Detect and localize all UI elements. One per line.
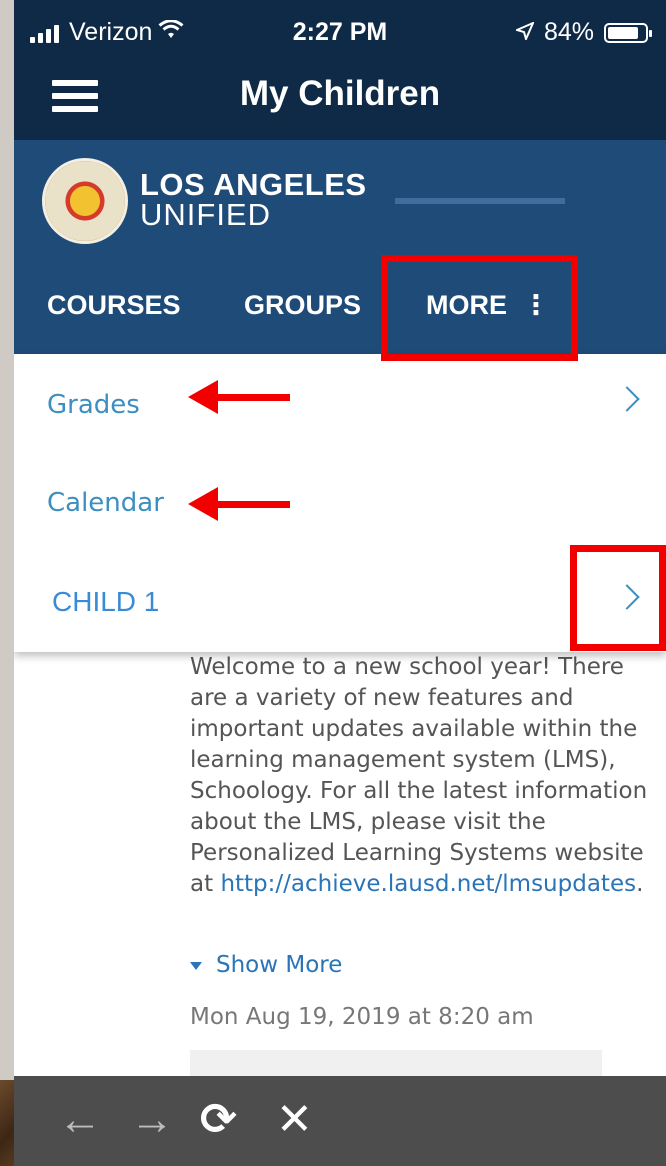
page-title: My Children xyxy=(239,74,441,113)
close-icon[interactable]: ✕ xyxy=(276,1096,313,1144)
post-text-at: at xyxy=(190,871,214,897)
top-navbar: My Children xyxy=(14,52,666,140)
phone-screen: Verizon 2:27 PM 84% My Children LOS ANGE… xyxy=(14,0,666,1166)
post-date: Mon Aug 19, 2019 at 8:20 am xyxy=(190,1004,534,1030)
menu-item-grades[interactable]: Grades xyxy=(14,354,666,452)
menu-item-grades-label: Grades xyxy=(47,390,140,420)
battery-percent: 84% xyxy=(543,18,594,46)
district-seal-logo xyxy=(42,158,128,244)
chevron-right-icon xyxy=(614,386,640,412)
reload-icon[interactable]: ⟳ xyxy=(200,1096,237,1144)
district-logo-text: LOS ANGELES UNIFIED xyxy=(140,167,367,232)
caret-down-icon xyxy=(190,961,202,970)
battery-fill xyxy=(608,26,639,39)
annotation-box-more xyxy=(381,255,578,361)
logo-line-1: LOS ANGELES xyxy=(140,167,367,202)
location-arrow-icon xyxy=(514,18,535,47)
logo-line-2: UNIFIED xyxy=(140,197,271,232)
post-text: Welcome to a new school year! There are … xyxy=(190,654,648,866)
post-period: . xyxy=(636,871,644,897)
show-more-link[interactable]: Show More xyxy=(190,952,342,978)
annotation-arrow-calendar xyxy=(188,487,290,521)
menu-item-child-label: CHILD 1 xyxy=(52,586,160,617)
back-arrow-icon[interactable]: ← xyxy=(58,1096,102,1144)
annotation-box-chevron xyxy=(570,545,666,651)
browser-toolbar: ← → ⟳ ✕ xyxy=(14,1076,666,1166)
tab-courses[interactable]: COURSES xyxy=(47,290,181,321)
tab-groups[interactable]: GROUPS xyxy=(244,290,361,321)
status-right: 84% xyxy=(514,18,652,47)
more-dropdown-menu: Grades Calendar CHILD 1 xyxy=(14,354,666,652)
active-tab-indicator xyxy=(395,198,565,204)
show-more-label: Show More xyxy=(216,952,343,978)
battery-icon xyxy=(604,22,652,43)
update-post-body: Welcome to a new school year! There are … xyxy=(190,652,660,900)
forward-arrow-icon[interactable]: → xyxy=(130,1096,174,1144)
annotation-arrow-grades xyxy=(188,380,290,414)
menu-item-calendar[interactable]: Calendar xyxy=(14,452,666,550)
menu-item-child[interactable]: CHILD 1 xyxy=(14,552,666,650)
menu-item-calendar-label: Calendar xyxy=(47,488,164,518)
lms-updates-link[interactable]: http://achieve.lausd.net/lmsupdates xyxy=(220,871,636,897)
